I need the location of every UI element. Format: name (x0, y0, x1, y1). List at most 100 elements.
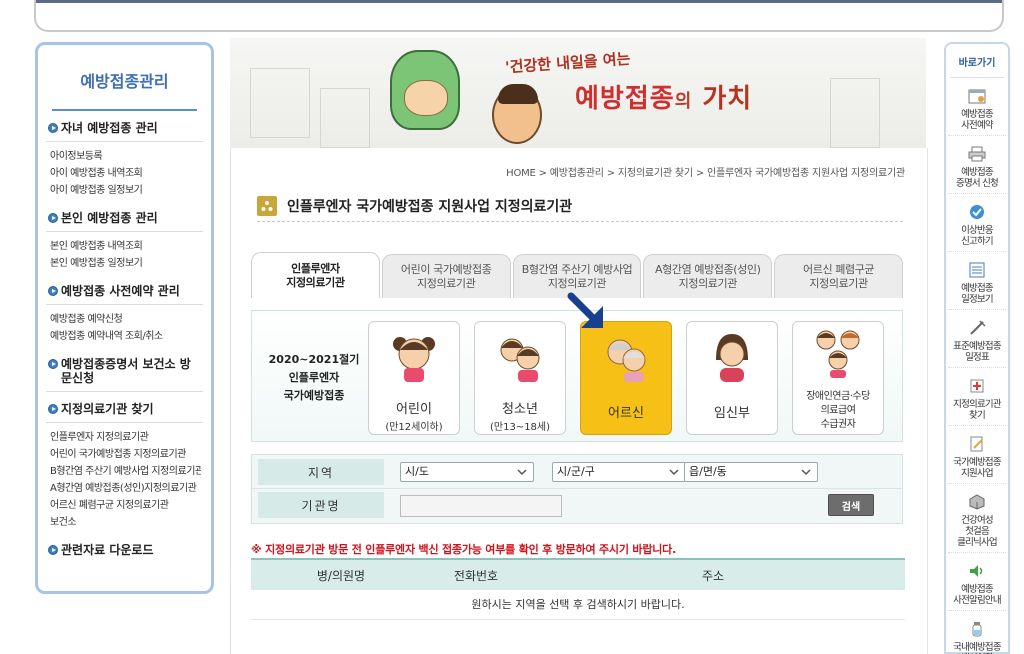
bullet-icon (48, 359, 58, 369)
sidebar-link[interactable]: 예방접종 예약내역 조회/취소 (50, 328, 201, 345)
main-content: HOME > 예방접종관리 > 지정의료기관 찾기 > 인플루엔자 국가예방접종… (230, 148, 928, 654)
category-child-button[interactable]: 어린이 (만12세이하) (368, 321, 460, 435)
sidebar-section-certificate: 예방접종증명서 보건소 방문신청 (46, 357, 203, 392)
banner-headline: 예방접종의 가치 (575, 84, 753, 114)
page-title-bar: 인플루엔자 국가예방접종 지원사업 지정의료기관 (257, 190, 903, 222)
quick-item[interactable]: 국가예방접종 지원사업 (948, 432, 1006, 484)
banner-character (390, 50, 460, 130)
sidebar-title: 예방접종관리 (52, 53, 197, 111)
sidebar-link[interactable]: 아이정보등록 (50, 148, 201, 165)
sidebar-link[interactable]: 본인 예방접종 내역조회 (50, 238, 201, 255)
breadcrumb: HOME > 예방접종관리 > 지정의료기관 찾기 > 인플루엔자 국가예방접종… (506, 168, 905, 179)
sidebar-head-child[interactable]: 자녀 예방접종 관리 (46, 121, 203, 142)
quick-item[interactable]: 예방접종 증명서 신청 (948, 142, 1006, 194)
vaccine-vial-icon (972, 622, 982, 637)
quick-title: 바로가기 (950, 44, 1004, 78)
sigungu-select[interactable]: 시/군/구 (552, 462, 686, 482)
chevron-down-icon (669, 469, 679, 476)
sidebar-link[interactable]: 어르신 폐렴구균 지정의료기관 (50, 497, 201, 514)
quick-item[interactable]: 건강여성 첫걸음 클리닉사업 (948, 490, 1006, 553)
results-table: 병/의원명 전화번호 주소 원하시는 지역을 선택 후 검색하시기 바랍니다. (251, 558, 905, 620)
bullet-icon (48, 545, 58, 555)
calendar-icon (968, 89, 986, 104)
sidebar-head-reservation[interactable]: 예방접종 사전예약 관리 (46, 284, 203, 305)
category-teen-button[interactable]: 청소년 (만13~18세) (474, 321, 566, 435)
tab-pneumococcal[interactable]: 어르신 폐렴구균 지정의료기관 (774, 254, 903, 298)
col-phone: 전화번호 (453, 568, 499, 583)
eupmyeondong-select[interactable]: 읍/면/동 (684, 462, 818, 482)
sidebar-head-certificate[interactable]: 예방접종증명서 보건소 방문신청 (46, 357, 203, 392)
page-title: 인플루엔자 국가예방접종 지원사업 지정의료기관 (287, 198, 573, 215)
sidebar-link[interactable]: 아이 예방접종 내역조회 (50, 165, 201, 182)
check-circle-icon (970, 205, 984, 219)
banner-slogan: '건강한 내일을 여는 (504, 49, 631, 77)
quick-item[interactable]: 예방접종 사전알림안내 (948, 559, 1006, 611)
banner-house (830, 78, 880, 148)
chevron-down-icon (801, 469, 811, 476)
schedule-icon (969, 262, 985, 278)
child-icon (393, 337, 435, 382)
arrow-down-right-icon (567, 292, 603, 328)
search-form: 지역 시/도 시/군/구 읍/면/동 기관명 검색 (251, 454, 903, 524)
notice-text: ※ 지정의료기관 방문 전 인플루엔자 백신 접종가능 여부를 확인 후 방문하… (251, 543, 677, 556)
top-frame (34, 0, 1004, 32)
sidebar-link[interactable]: 인플루엔자 지정의료기관 (50, 429, 201, 446)
box-icon (969, 494, 985, 510)
banner-character (492, 84, 542, 144)
org-name-input[interactable] (400, 495, 562, 517)
sidebar-link[interactable]: 아이 예방접종 일정보기 (50, 182, 201, 199)
tab-influenza[interactable]: 인플루엔자 지정의료기관 (251, 252, 380, 298)
quick-item[interactable]: 이상반응 신고하기 (948, 200, 1006, 252)
region-label: 지역 (258, 459, 384, 485)
empty-message: 원하시는 지역을 선택 후 검색하시기 바랍니다. (251, 590, 905, 620)
title-icon (257, 195, 277, 216)
sidebar-link[interactable]: 어린이 국가예방접종 지정의료기관 (50, 446, 201, 463)
tab-hepatitis-a[interactable]: A형간염 예방접종(성인) 지정의료기관 (643, 254, 773, 298)
sidebar-section-reservation: 예방접종 사전예약 관리 예방접종 예약신청 예방접종 예약내역 조회/취소 (46, 284, 203, 347)
banner-house (250, 68, 310, 138)
bullet-icon (48, 123, 58, 133)
sidebar-section-child: 자녀 예방접종 관리 아이정보등록 아이 예방접종 내역조회 아이 예방접종 일… (46, 121, 203, 201)
sidebar-link[interactable]: A형간염 예방접종(성인)지정의료기관 (50, 480, 201, 497)
bullet-icon (48, 286, 58, 296)
hospital-icon (970, 379, 984, 393)
sidebar-section-download: 관련자료 다운로드 (46, 543, 203, 563)
document-edit-icon (970, 436, 983, 452)
sidebar-section-self: 본인 예방접종 관리 본인 예방접종 내역조회 본인 예방접종 일정보기 (46, 211, 203, 274)
teen-icon (500, 338, 540, 382)
category-label: 2020~2021절기 인플루엔자 국가예방접종 (268, 353, 360, 402)
sidebar-head-find[interactable]: 지정의료기관 찾기 (46, 402, 203, 423)
bullet-icon (48, 404, 58, 414)
sidebar-link[interactable]: B형간염 주산기 예방사업 지정의료기관 (50, 463, 201, 480)
left-sidebar: 예방접종관리 자녀 예방접종 관리 아이정보등록 아이 예방접종 내역조회 아이… (35, 42, 214, 594)
quick-item[interactable]: 국내예방접종 백신현황 (948, 617, 1006, 654)
senior-icon (607, 339, 646, 382)
sidebar-section-find: 지정의료기관 찾기 인플루엔자 지정의료기관 어린이 국가예방접종 지정의료기관… (46, 402, 203, 533)
category-welfare-button[interactable]: 장애인연금·수당 의료급여 수급권자 (792, 321, 884, 435)
family-icon (816, 330, 860, 378)
banner-house (320, 88, 370, 148)
sidebar-head-download[interactable]: 관련자료 다운로드 (46, 543, 203, 563)
sidebar-link[interactable]: 예방접종 예약신청 (50, 311, 201, 328)
quick-item[interactable]: 예방접종 사전예약 (948, 84, 1006, 136)
banner: '건강한 내일을 여는 예방접종의 가치 (230, 38, 926, 148)
pregnant-icon (716, 334, 748, 382)
col-hospital: 병/의원명 (316, 568, 366, 583)
category-pregnant-button[interactable]: 임신부 (686, 321, 778, 435)
quick-item[interactable]: 표준예방접종 일정표 (948, 316, 1006, 368)
syringe-icon (970, 320, 986, 335)
sidebar-link[interactable]: 본인 예방접종 일정보기 (50, 255, 201, 272)
tab-children[interactable]: 어린이 국가예방접종 지정의료기관 (381, 254, 511, 298)
search-button[interactable]: 검색 (828, 494, 874, 516)
sido-select[interactable]: 시/도 (400, 462, 534, 482)
sidebar-link[interactable]: 보건소 (50, 514, 201, 531)
quick-item[interactable]: 예방접종 일정보기 (948, 258, 1006, 310)
table-header: 병/의원명 전화번호 주소 (251, 558, 905, 590)
org-label: 기관명 (258, 492, 384, 518)
org-row: 기관명 검색 (252, 490, 902, 524)
quick-item[interactable]: 지정의료기관 찾기 (948, 374, 1006, 426)
printer-icon (968, 146, 986, 162)
category-senior-button[interactable]: 어르신 (580, 321, 672, 435)
sidebar-head-self[interactable]: 본인 예방접종 관리 (46, 211, 203, 232)
chevron-down-icon (517, 469, 527, 476)
